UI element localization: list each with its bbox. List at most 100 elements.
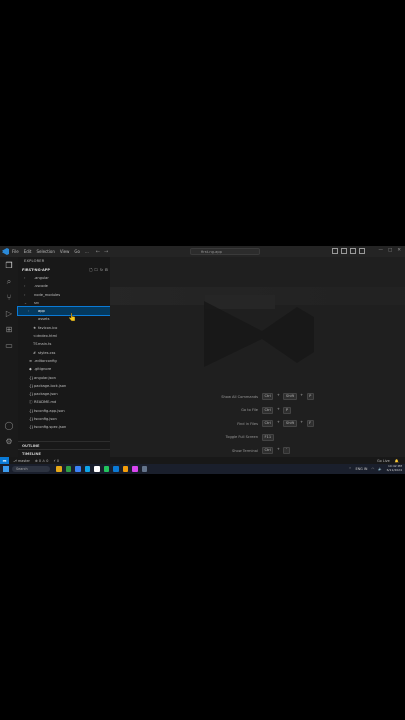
menu-edit[interactable]: Edit bbox=[24, 249, 32, 254]
tree-item[interactable]: {}package.json bbox=[18, 390, 110, 398]
search-icon[interactable]: ⌕ bbox=[4, 277, 14, 287]
tree-item-label: package-lock.json bbox=[34, 383, 67, 388]
notifications-bell-icon[interactable]: 🔔 bbox=[395, 459, 399, 463]
tree-item[interactable]: {}tsconfig.spec.json bbox=[18, 423, 110, 431]
taskbar-app-icon[interactable] bbox=[56, 466, 62, 472]
taskbar-app-icon[interactable] bbox=[141, 466, 147, 472]
taskbar-app-icon[interactable] bbox=[84, 466, 90, 472]
branch-status[interactable]: ⎇ master bbox=[13, 459, 30, 463]
taskbar-app-icon[interactable] bbox=[103, 466, 109, 472]
tree-item-selected[interactable]: › app bbox=[17, 306, 111, 317]
run-debug-icon[interactable]: ▷ bbox=[4, 309, 14, 319]
chevron-icon: › bbox=[24, 284, 26, 289]
timeline-section[interactable]: TIMELINE bbox=[18, 449, 110, 457]
source-control-icon[interactable]: ⑂ bbox=[4, 293, 14, 303]
key-cap: + bbox=[276, 393, 280, 398]
tree-item[interactable]: ≡ .editorconfig bbox=[18, 357, 110, 365]
taskbar-app-icon[interactable] bbox=[113, 466, 119, 472]
account-icon[interactable]: ◯ bbox=[4, 421, 14, 431]
minimize-button[interactable]: — bbox=[378, 248, 383, 253]
wifi-icon[interactable]: ◠ bbox=[371, 467, 374, 471]
tree-item[interactable]: › node_modules bbox=[18, 291, 110, 299]
menu-more[interactable]: ... bbox=[85, 249, 89, 254]
taskbar-app-icon[interactable] bbox=[94, 466, 100, 472]
toggle-panel-icon[interactable] bbox=[341, 248, 347, 254]
language-indicator[interactable]: ENG IN bbox=[355, 467, 367, 471]
taskbar-app-icon[interactable] bbox=[65, 466, 71, 472]
key-cap: + bbox=[276, 406, 280, 411]
tree-item-label: assets bbox=[38, 317, 50, 322]
tree-item-label: .gitignore bbox=[34, 367, 52, 372]
extensions-icon[interactable]: ⊞ bbox=[4, 325, 14, 335]
tree-item[interactable]: {}angular.json bbox=[18, 374, 110, 382]
key-cap: F bbox=[306, 420, 314, 428]
toggle-secondary-sidebar-icon[interactable] bbox=[350, 248, 356, 254]
back-arrow-icon[interactable]: ← bbox=[96, 249, 100, 255]
outline-section[interactable]: OUTLINE bbox=[18, 441, 110, 449]
vscode-logo-icon bbox=[2, 248, 9, 255]
tree-item[interactable]: ⓘREADME.md bbox=[18, 398, 110, 406]
menu-view[interactable]: View bbox=[60, 249, 70, 254]
tree-item-label: styles.css bbox=[38, 350, 56, 355]
tray-chevron-icon[interactable]: ⌃ bbox=[349, 467, 352, 471]
command-center-search[interactable]: first-ng-app bbox=[190, 248, 260, 255]
refresh-icon[interactable]: ↻ bbox=[100, 266, 103, 274]
new-file-icon[interactable]: 🗋 bbox=[89, 266, 92, 274]
volume-icon[interactable]: 🔈 bbox=[378, 467, 382, 471]
taskbar-app-icon[interactable] bbox=[122, 466, 128, 472]
windows-start-icon[interactable] bbox=[3, 466, 9, 472]
new-folder-icon[interactable]: 🗀 bbox=[94, 266, 98, 274]
chevron-icon: › bbox=[24, 276, 26, 280]
tree-item-label: main.ts bbox=[38, 342, 52, 347]
forward-arrow-icon[interactable]: → bbox=[104, 249, 108, 255]
tree-item[interactable]: # styles.css bbox=[18, 349, 110, 357]
tree-item[interactable]: {}tsconfig.json bbox=[18, 415, 110, 423]
explorer-icon[interactable]: ❐ bbox=[4, 261, 14, 271]
taskbar-clock[interactable]: 10:42 PM 6/11/2024 bbox=[386, 464, 402, 473]
customize-layout-icon[interactable] bbox=[359, 248, 365, 254]
gear-icon[interactable]: ⚙ bbox=[4, 437, 14, 447]
toggle-sidebar-icon[interactable] bbox=[332, 248, 338, 254]
key-cap: ` bbox=[283, 447, 291, 455]
close-button[interactable]: ✕ bbox=[397, 248, 401, 253]
maximize-button[interactable]: □ bbox=[388, 248, 392, 253]
tree-item[interactable]: ◆ .gitignore bbox=[18, 365, 110, 373]
tree-item[interactable]: ⌄ src bbox=[18, 299, 110, 307]
tree-item[interactable]: TSmain.ts bbox=[18, 340, 110, 348]
window-buttons: — □ ✕ bbox=[378, 248, 401, 253]
remote-explorer-icon[interactable]: ▭ bbox=[4, 341, 14, 351]
system-tray: ⌃ ENG IN ◠ 🔈 10:42 PM 6/11/2024 bbox=[349, 464, 402, 473]
taskbar-app-icon[interactable] bbox=[132, 466, 138, 472]
key-cap: + bbox=[300, 420, 304, 425]
tree-item[interactable]: {}tsconfig.app.json bbox=[18, 407, 110, 415]
tree-item[interactable]: <>index.html bbox=[18, 332, 110, 340]
menu-selection[interactable]: Selection bbox=[36, 249, 54, 254]
tree-item[interactable]: ★ favicon.ico bbox=[18, 324, 110, 332]
menu-go[interactable]: Go bbox=[74, 249, 80, 254]
explorer-header: EXPLORER bbox=[24, 259, 45, 263]
problems-status[interactable]: ⊗ 0 ⚠ 0 bbox=[35, 459, 48, 463]
tree-item-label: angular.json bbox=[34, 375, 56, 380]
editor-area: Show All Commands Ctrl + Shift + P Go to File C… bbox=[110, 257, 405, 457]
ports-status[interactable]: ⚡ 0 bbox=[53, 459, 59, 463]
key-cap: Shift bbox=[283, 420, 297, 428]
go-live-button[interactable]: Go Live bbox=[377, 459, 390, 463]
tree-item[interactable]: assets bbox=[18, 315, 110, 323]
key-cap: Shift bbox=[283, 393, 297, 401]
remote-indicator-icon[interactable]: ⫘ bbox=[0, 457, 9, 464]
project-root[interactable]: FIRST-NG-APP 🗋 🗀 ↻ ⊟ bbox=[18, 266, 110, 274]
tree-item-label: favicon.ico bbox=[38, 325, 58, 330]
file-tree: › .angular › .vscode › node_modules ⌄ src › app as… bbox=[17, 274, 111, 432]
tree-item[interactable]: › .angular bbox=[18, 274, 110, 282]
taskbar-app-icon[interactable] bbox=[75, 466, 81, 472]
taskbar-search[interactable]: Search bbox=[12, 466, 50, 472]
tree-item[interactable]: › .vscode bbox=[18, 282, 110, 290]
menu-file[interactable]: File bbox=[12, 249, 19, 254]
title-bar: File Edit Selection View Go ... ← → firs… bbox=[0, 246, 405, 257]
clock-date: 6/11/2024 bbox=[386, 468, 402, 472]
taskbar-apps bbox=[56, 466, 147, 472]
status-right: Go Live 🔔 bbox=[377, 459, 399, 463]
tree-item[interactable]: {}package-lock.json bbox=[18, 382, 110, 390]
collapse-all-icon[interactable]: ⊟ bbox=[105, 266, 108, 274]
key-cap: P bbox=[306, 393, 314, 401]
